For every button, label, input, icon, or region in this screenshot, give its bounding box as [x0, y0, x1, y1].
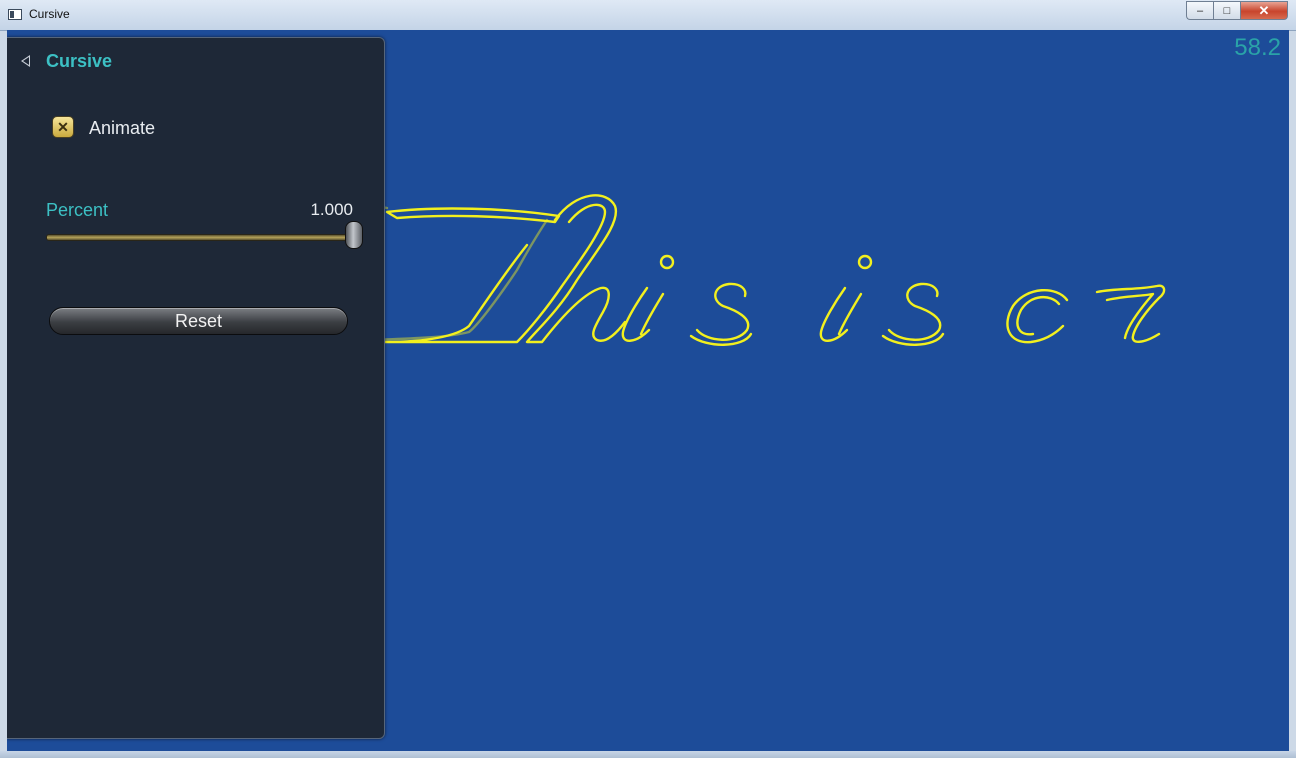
- letter-c: [1006, 288, 1069, 344]
- fps-counter: 58.2: [1234, 34, 1281, 61]
- letter-s: [689, 282, 753, 346]
- animate-label[interactable]: Animate: [89, 118, 155, 139]
- animate-checkbox[interactable]: ✕: [52, 116, 74, 138]
- letter-i-dot: [659, 254, 675, 270]
- settings-panel: Cursive ✕ Animate Percent 1.000 Reset: [7, 37, 385, 739]
- letter-i: [621, 286, 665, 342]
- letter-s-2: [881, 282, 945, 346]
- letter-r: [1095, 284, 1166, 343]
- letter-T-inner: [383, 203, 607, 344]
- reset-button[interactable]: Reset: [49, 307, 348, 335]
- minimize-button[interactable]: –: [1186, 1, 1213, 20]
- letter-T-bar: [385, 207, 561, 224]
- letter-i-2-dot: [857, 254, 873, 270]
- checkmark-x-icon: ✕: [57, 118, 69, 135]
- letter-i-2: [819, 286, 863, 342]
- window-controls: – □ ✕: [1186, 1, 1288, 20]
- window-title: Cursive: [29, 7, 70, 21]
- maximize-button[interactable]: □: [1213, 1, 1240, 20]
- letter-T-stem: [525, 194, 627, 344]
- percent-value: 1.000: [310, 200, 353, 219]
- window-bottom-border: [0, 751, 1296, 758]
- app-icon: [8, 9, 22, 20]
- close-button[interactable]: ✕: [1240, 1, 1288, 20]
- percent-slider-thumb[interactable]: [345, 221, 363, 249]
- panel-title[interactable]: Cursive: [46, 51, 112, 72]
- percent-label: Percent: [46, 200, 109, 220]
- percent-slider-track[interactable]: [46, 234, 358, 241]
- window-titlebar[interactable]: Cursive – □ ✕: [0, 0, 1296, 31]
- back-arrow-icon[interactable]: [21, 55, 30, 67]
- render-canvas[interactable]: 58.2 Cursive ✕ Animate Percent 1.000 Res…: [7, 30, 1289, 751]
